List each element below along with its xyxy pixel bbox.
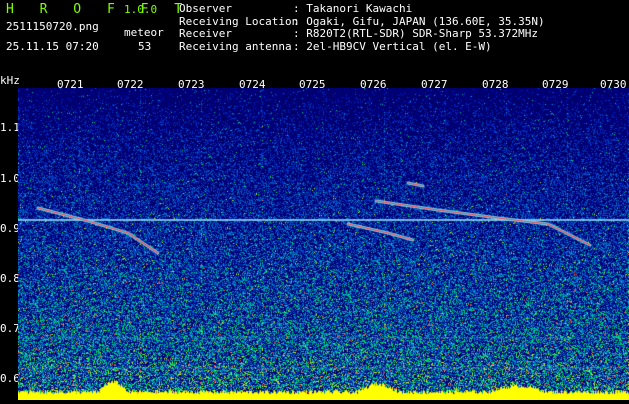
meteor-count: 53 <box>138 40 152 53</box>
station-info: Observer : Takanori Kawachi Receiving Lo… <box>179 2 545 54</box>
y-tick-label: 1.0 <box>0 172 20 185</box>
file-name: 2511150720.png <box>6 20 99 33</box>
y-tick-label: 0.8 <box>0 272 20 285</box>
y-tick-label: 0.7 <box>0 322 20 335</box>
info-value: : Takanori Kawachi <box>293 2 413 15</box>
spectrogram <box>18 88 629 400</box>
spectrogram-canvas <box>18 88 629 400</box>
info-value: : 2el-HB9CV Vertical (el. E-W) <box>293 39 492 53</box>
y-tick-label: 0.6 <box>0 372 20 385</box>
info-row-antenna: Receiving antenna : 2el-HB9CV Vertical (… <box>179 39 545 54</box>
y-axis-unit: kHz <box>0 74 20 87</box>
y-tick-label: 1.1 <box>0 121 20 134</box>
app-version: 1.0.0 <box>124 3 158 16</box>
y-tick-label: 0.9 <box>0 222 20 235</box>
info-key: Observer <box>179 2 232 15</box>
info-value: : R820T2(RTL-SDR) SDR-Sharp 53.372MHz <box>293 27 539 40</box>
app-logo: H R O F F T <box>6 2 192 17</box>
info-row-receiver: Receiver : R820T2(RTL-SDR) SDR-Sharp 53.… <box>179 27 545 41</box>
datetime: 25.11.15 07:20 <box>6 40 99 53</box>
meteor-label: meteor <box>124 26 164 39</box>
info-key: Receiving antenna <box>179 39 292 53</box>
info-row-observer: Observer : Takanori Kawachi <box>179 2 545 16</box>
info-key: Receiver <box>179 27 232 40</box>
header-panel: H R O F F T 1.0.0 2511150720.png meteor … <box>0 0 629 72</box>
